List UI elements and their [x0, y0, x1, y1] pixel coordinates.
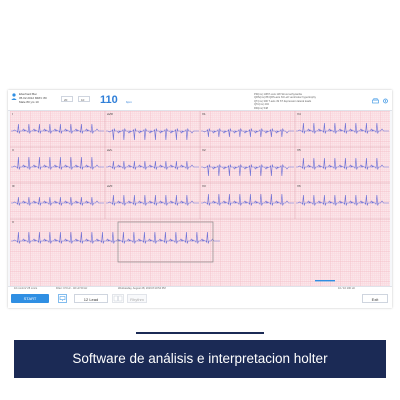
lead-label: aVL	[107, 148, 113, 152]
patient-details: Male 80 yrs 10	[19, 100, 39, 104]
caption-banner: Software de análisis e interpretacion ho…	[14, 340, 386, 378]
ecg-waveform	[201, 128, 294, 138]
heart-rate-unit: bpm	[126, 100, 132, 104]
ecg-traces	[10, 111, 390, 282]
lead-label: II	[12, 148, 14, 152]
settings-icon[interactable]	[382, 98, 389, 104]
ecg-app-window: Eberhard Bai 05.02.2012 MRN: 80 Male 80 …	[8, 90, 392, 308]
status-scale: 10 mm/mV 25 mm/s	[14, 287, 38, 290]
bottom-bar: 10 mm/mV 25 mm/s Filter: 0.5 Hz - 40 Hz …	[8, 286, 392, 308]
lead-label: V5	[297, 148, 301, 152]
exit-button[interactable]: Exit	[362, 294, 388, 303]
user-icon	[11, 93, 17, 100]
timeline-scrollbar[interactable]	[315, 280, 335, 282]
ecg-waveform	[201, 193, 294, 206]
lead-label: V1	[202, 112, 206, 116]
lead-label: V6	[297, 184, 301, 188]
layout-icon[interactable]	[112, 294, 124, 303]
speed-select[interactable]: 20	[61, 96, 73, 102]
lead-label: V4	[297, 112, 301, 116]
start-button[interactable]: START	[11, 294, 49, 303]
status-right: 10 / 10 100 Hz	[338, 287, 355, 290]
lead-label: V3	[202, 184, 206, 188]
patient-info: Eberhard Bai 05.02.2012 MRN: 80 Male 80 …	[19, 92, 47, 104]
ecg-chart-area: IaVR V1 V4 II aVL V2 V5 III aVF V3 V6 II	[10, 111, 390, 286]
lead-label: V2	[202, 148, 206, 152]
measurements-panel: PR(ms) 138 P-axis 118 Sinus tachycardia …	[254, 93, 316, 110]
lead-label: III	[12, 184, 15, 188]
ecg-waveform	[296, 122, 389, 134]
ecg-waveform	[296, 194, 389, 206]
ecg-waveform	[11, 156, 104, 170]
ecg-waveform	[106, 128, 199, 141]
caption-divider	[136, 332, 264, 334]
ecg-waveform	[201, 164, 294, 177]
ecg-waveform	[106, 194, 199, 206]
rhythm-button[interactable]: Rhythm	[127, 294, 147, 303]
top-toolbar: Eberhard Bai 05.02.2012 MRN: 80 Male 80 …	[8, 90, 392, 111]
status-filter: Filter: 0.5 Hz - 40 Hz 50 Hz	[56, 287, 88, 290]
status-date: Wednesday, August 28, 2019 8:10:54 PM	[118, 287, 166, 290]
ecg-waveform	[11, 231, 220, 244]
ecg-waveform	[11, 196, 104, 206]
print-icon[interactable]	[372, 98, 379, 104]
lead-select[interactable]: 12 Lead	[74, 294, 108, 303]
ecg-waveform	[11, 123, 104, 134]
ecg-waveform	[106, 160, 199, 170]
heart-rate-value: 110	[100, 94, 118, 106]
lead-label: I	[12, 112, 13, 116]
lead-label: aVR	[107, 112, 113, 116]
gain-select[interactable]: 10	[78, 96, 90, 102]
selection-box[interactable]	[117, 221, 214, 263]
measurement-line: RR(ms) 548	[254, 106, 268, 110]
lead-label: II	[12, 220, 14, 224]
lead-label: aVF	[107, 184, 113, 188]
ecg-waveform	[296, 157, 389, 170]
monitor-icon[interactable]	[58, 294, 67, 303]
